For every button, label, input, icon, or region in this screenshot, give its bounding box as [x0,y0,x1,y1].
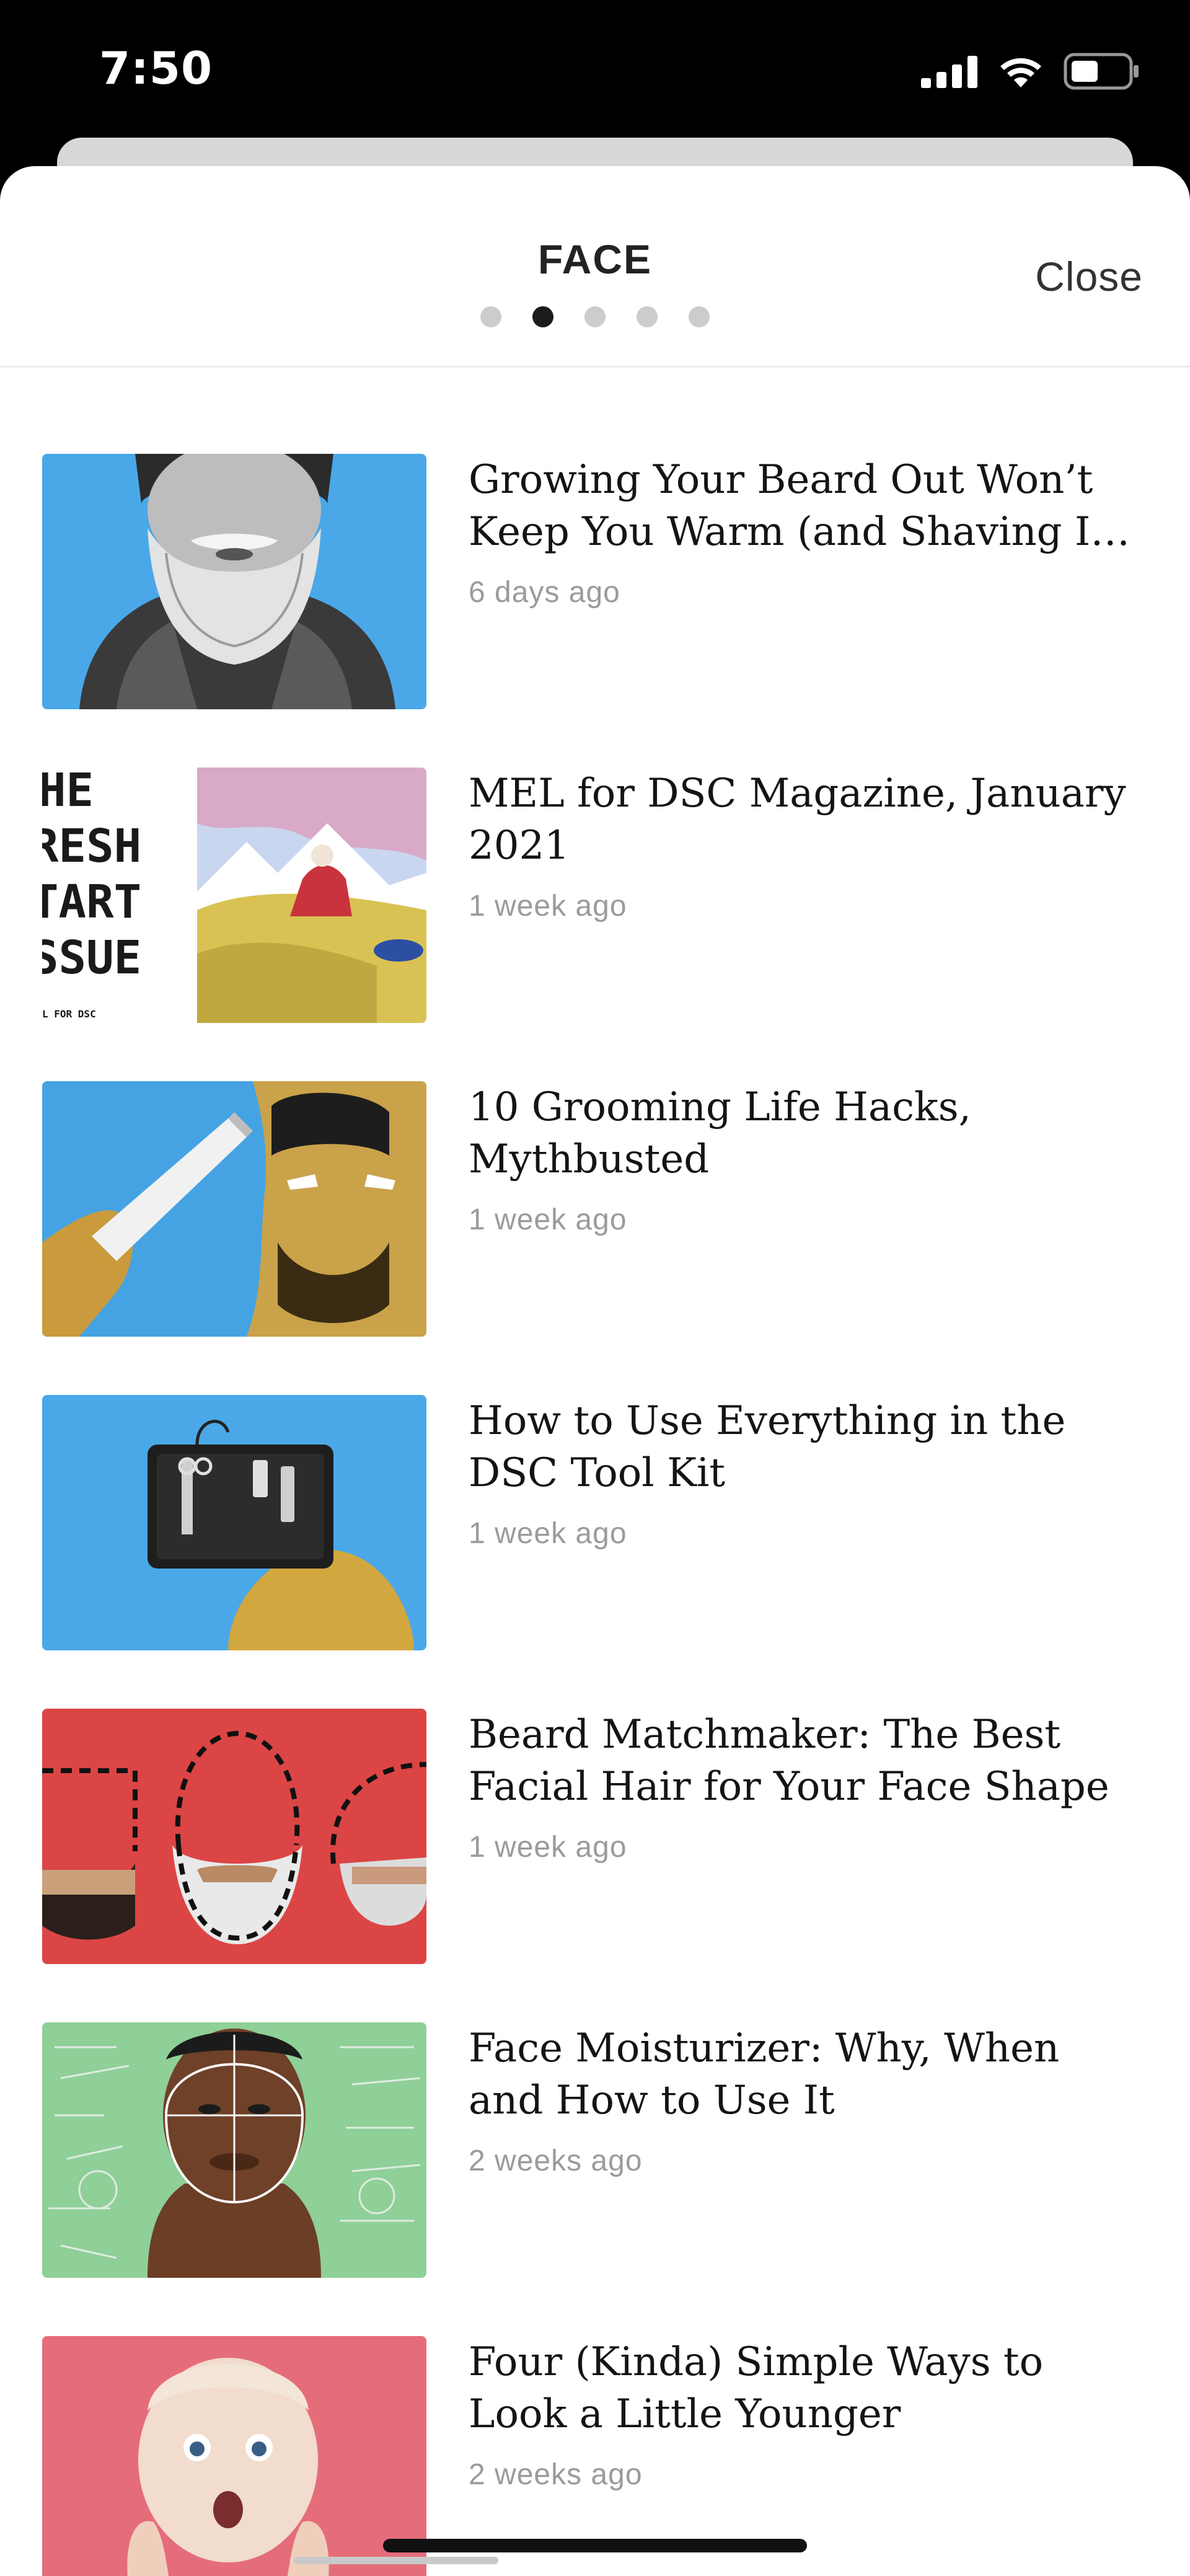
moisturizer-math-image [42,2022,426,2278]
article-thumbnail[interactable] [42,2336,426,2576]
app-screen: 7:50 FACE Close Growing Your Beard Out W… [0,0,1190,2576]
home-indicator[interactable] [383,2539,807,2552]
sheet-header: FACE Close [0,166,1190,368]
article-thumbnail[interactable]: HE RESH TART SSUE L FOR DSC [42,768,426,1023]
article-timestamp: 2 weeks ago [469,2144,643,2177]
list-item[interactable]: Face Moisturizer: Why, When and How to U… [0,2022,1190,2283]
list-item[interactable]: Beard Matchmaker: The Best Facial Hair f… [0,1709,1190,1969]
tool-kit-image [42,1395,426,1650]
list-item[interactable]: HE RESH TART SSUE L FOR DSC MEL for DSC … [0,768,1190,1028]
article-title[interactable]: Face Moisturizer: Why, When and How to U… [469,2022,1144,2127]
signal-icon [921,56,977,88]
page-dot[interactable] [584,306,606,327]
article-thumbnail[interactable] [42,454,426,709]
list-item[interactable]: How to Use Everything in the DSC Tool Ki… [0,1395,1190,1655]
article-title[interactable]: Beard Matchmaker: The Best Facial Hair f… [469,1709,1144,1813]
baby-face-image [42,2336,426,2576]
article-title[interactable]: Four (Kinda) Simple Ways to Look a Littl… [469,2336,1144,2440]
cover-line-5: L FOR DSC [42,1008,96,1020]
article-title[interactable]: How to Use Everything in the DSC Tool Ki… [469,1395,1144,1499]
status-time: 7:50 [99,42,213,94]
beard-shapes-image [42,1709,426,1964]
article-title[interactable]: 10 Grooming Life Hacks, Mythbusted [469,1081,1144,1185]
article-thumbnail[interactable] [42,1081,426,1337]
article-thumbnail[interactable] [42,2022,426,2278]
article-timestamp: 1 week ago [469,890,627,923]
home-indicator-shadow [294,2557,498,2564]
beard-portrait-image [42,454,426,709]
article-timestamp: 1 week ago [469,1203,627,1236]
article-timestamp: 6 days ago [469,576,620,609]
list-item[interactable]: Growing Your Beard Out Won’t Keep You Wa… [0,454,1190,714]
cover-line-2: RESH [42,820,141,873]
cover-line-4: SSUE [42,931,141,985]
article-title[interactable]: Growing Your Beard Out Won’t Keep You Wa… [469,454,1144,558]
page-dot[interactable] [689,306,710,327]
cover-line-3: TART [42,875,141,929]
page-dot-active[interactable] [532,306,553,327]
sheet-title: FACE [537,236,653,282]
page-dot[interactable] [480,306,501,327]
close-button[interactable]: Close [1035,253,1143,300]
article-thumbnail[interactable] [42,1395,426,1650]
page-indicator [0,306,1190,327]
cover-line-1: HE [42,768,94,817]
article-timestamp: 2 weeks ago [469,2458,643,2491]
article-timestamp: 1 week ago [469,1517,627,1550]
battery-icon [1064,53,1139,90]
article-timestamp: 1 week ago [469,1831,627,1864]
magazine-cover-image: HE RESH TART SSUE L FOR DSC [42,768,426,1023]
wifi-icon [1000,58,1041,87]
status-bar: 7:50 [0,0,1190,143]
article-thumbnail[interactable] [42,1709,426,1964]
list-item[interactable]: 10 Grooming Life Hacks, Mythbusted 1 wee… [0,1081,1190,1342]
status-icons [921,50,1140,93]
page-dot[interactable] [637,306,658,327]
grooming-hacks-image [42,1081,426,1337]
article-title[interactable]: MEL for DSC Magazine, January 2021 [469,768,1144,872]
